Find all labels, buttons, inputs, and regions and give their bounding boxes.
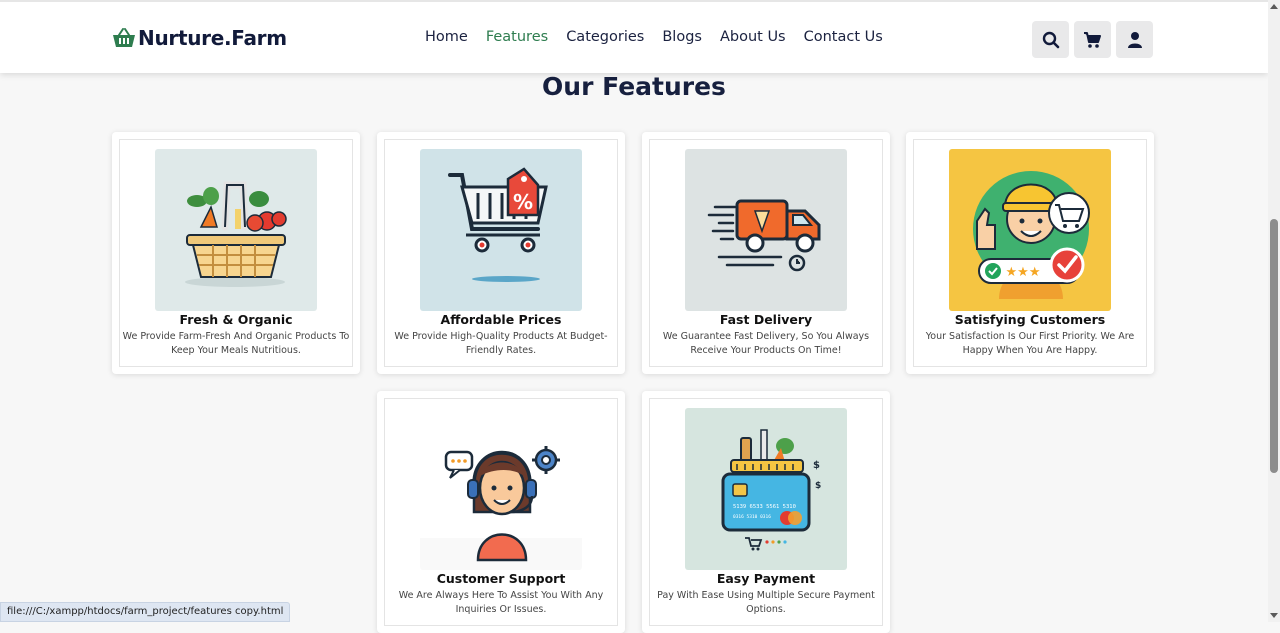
support-agent-icon (420, 408, 582, 570)
nav-contact-us[interactable]: Contact Us (795, 29, 892, 45)
feature-card-customer-support: Customer Support We Are Always Here To A… (377, 391, 625, 633)
main-nav: Home Features Categories Blogs About Us … (416, 29, 892, 45)
nav-home[interactable]: Home (416, 29, 477, 45)
user-icon (1127, 31, 1142, 48)
brand-logo[interactable]: Nurture.Farm (112, 26, 287, 50)
cart-icon (1084, 31, 1101, 48)
search-button[interactable] (1032, 21, 1069, 58)
nav-about-us[interactable]: About Us (711, 29, 795, 45)
feature-card-easy-payment: 5139 6533 5561 5310 0316 5310 0316 $ $ E… (642, 391, 890, 633)
feature-title: Fast Delivery (719, 312, 813, 327)
scrollbar-thumb[interactable] (1270, 219, 1278, 473)
feature-title: Fresh & Organic (179, 312, 293, 327)
discount-cart-icon: % (420, 149, 582, 311)
feature-title: Easy Payment (716, 571, 816, 586)
card-sub-text: 0316 5310 0316 (733, 514, 771, 520)
credit-card-icon: 5139 6533 5561 5310 0316 5310 0316 $ $ (685, 408, 847, 570)
nav-features[interactable]: Features (477, 29, 557, 45)
basket-icon (113, 28, 135, 47)
happy-customer-icon: ★★★ (949, 149, 1111, 311)
feature-description: We Provide Farm-Fresh And Organic Produc… (122, 331, 350, 356)
cart-button[interactable] (1074, 21, 1111, 58)
svg-text:%: % (513, 190, 533, 214)
account-button[interactable] (1116, 21, 1153, 58)
feature-title: Customer Support (436, 571, 566, 586)
vegetable-basket-icon (155, 149, 317, 311)
page-scrollbar[interactable] (1268, 0, 1280, 622)
nav-categories[interactable]: Categories (557, 29, 653, 45)
card-number-text: 5139 6533 5561 5310 (733, 504, 796, 510)
svg-text:★★★: ★★★ (1006, 265, 1041, 280)
brand-name: Nurture.Farm (138, 26, 287, 50)
scroll-up-arrow-icon[interactable] (1270, 4, 1278, 9)
search-icon (1042, 31, 1059, 48)
feature-card-fast-delivery: Fast Delivery We Guarantee Fast Delivery… (642, 132, 890, 374)
navbar: Nurture.Farm Home Features Categories Bl… (0, 0, 1268, 73)
nav-actions (1032, 21, 1153, 58)
feature-description: We Are Always Here To Assist You With An… (398, 590, 604, 615)
svg-text:$: $ (813, 460, 820, 471)
feature-description: Pay With Ease Using Multiple Secure Paym… (657, 590, 875, 615)
feature-title: Satisfying Customers (954, 312, 1106, 327)
svg-text:$: $ (815, 481, 821, 491)
scroll-down-arrow-icon[interactable] (1270, 613, 1278, 618)
feature-card-satisfying-customers: ★★★ Satisfying Customers Your Satisfacti… (906, 132, 1154, 374)
feature-card-fresh-organic: Fresh & Organic We Provide Farm-Fresh An… (112, 132, 360, 374)
nav-blogs[interactable]: Blogs (653, 29, 711, 45)
feature-card-affordable-prices: % Affordable Prices We Provide High-Qual… (377, 132, 625, 374)
feature-description: We Guarantee Fast Delivery, So You Alway… (662, 331, 870, 356)
delivery-truck-icon (685, 149, 847, 311)
feature-description: We Provide High-Quality Products At Budg… (394, 331, 608, 356)
page-title: Our Features (542, 72, 726, 101)
feature-title: Affordable Prices (440, 312, 562, 327)
feature-description: Your Satisfaction Is Our First Priority.… (925, 331, 1135, 356)
link-status-bar: file:///C:/xampp/htdocs/farm_project/fea… (0, 602, 291, 622)
